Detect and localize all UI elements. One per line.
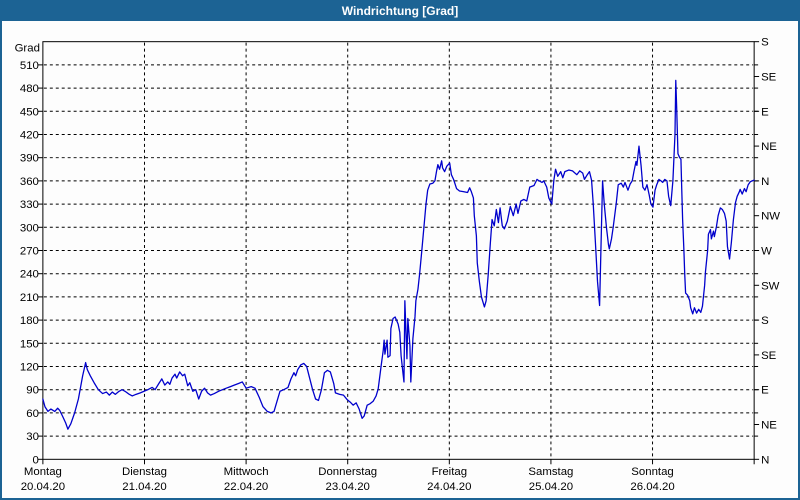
x-date-label: 24.04.20: [427, 481, 471, 493]
y-left-tick-label: 330: [20, 199, 39, 211]
x-day-label: Mittwoch: [224, 466, 269, 478]
axes: [37, 41, 760, 465]
x-day-label: Dienstag: [122, 466, 167, 478]
y-right-tick-label: SW: [761, 280, 780, 292]
y-right-tick-label: S: [761, 315, 769, 327]
y-right-tick-label: NE: [761, 419, 777, 431]
y-left-tick-label: 270: [20, 245, 39, 257]
window-title: Windrichtung [Grad]: [341, 4, 459, 18]
y-right-tick-label: W: [761, 245, 772, 257]
x-day-label: Sonntag: [631, 466, 673, 478]
y-left-tick-label: 240: [20, 269, 39, 281]
wind-direction-chart: 0 30 60 90 120 150 180 210 240 270 300 330 360 390 420…: [15, 37, 781, 493]
wind-chart-window: Windrichtung [Grad] 0 30 60 90 120 150 180 210 2…: [0, 0, 800, 500]
y-left-tick-label: 510: [20, 60, 39, 72]
x-day-label: Samstag: [528, 466, 573, 478]
y-left-tick-label: 210: [20, 292, 39, 304]
window-titlebar: Windrichtung [Grad]: [2, 2, 798, 21]
grid-lines: [43, 42, 754, 459]
y-right-tick-label: E: [761, 106, 769, 118]
y-left-tick-label: 90: [26, 385, 39, 397]
wind-direction-line: [42, 79, 755, 430]
y-left-axis-title: Grad: [15, 43, 40, 55]
y-right-tick-label: SE: [761, 350, 777, 362]
y-right-tick-label: N: [761, 176, 769, 188]
y-left-tick-label: 450: [20, 106, 39, 118]
x-date-label: 22.04.20: [224, 481, 268, 493]
y-left-tick-label: 30: [26, 431, 39, 443]
y-left-tick-label: 120: [20, 361, 39, 373]
x-date-label: 20.04.20: [21, 481, 65, 493]
y-left-tick-label: 390: [20, 153, 39, 165]
y-right-tick-label: N: [761, 454, 769, 466]
x-day-label: Freitag: [432, 466, 467, 478]
y-left-tick-label: 420: [20, 129, 39, 141]
x-date-label: 21.04.20: [122, 481, 166, 493]
x-date-label: 23.04.20: [326, 481, 370, 493]
x-date-label: 25.04.20: [529, 481, 573, 493]
x-day-label: Donnerstag: [318, 466, 377, 478]
y-right-tick-label: S: [761, 37, 769, 49]
y-left-tick-label: 300: [20, 222, 39, 234]
y-right-tick-label: E: [761, 385, 769, 397]
y-left-tick-label: 360: [20, 176, 39, 188]
y-left-tick-label: 180: [20, 315, 39, 327]
y-right-tick-label: SE: [761, 71, 777, 83]
axis-labels: 0 30 60 90 120 150 180 210 240 270 300 330 360 390 420…: [15, 37, 781, 493]
x-day-label: Montag: [24, 466, 62, 478]
y-left-tick-label: 150: [20, 338, 39, 350]
y-left-tick-label: 480: [20, 83, 39, 95]
y-right-tick-label: NW: [761, 211, 780, 223]
y-left-tick-label: 60: [26, 408, 39, 420]
y-left-tick-label: 0: [33, 454, 39, 466]
y-right-tick-label: NE: [761, 141, 777, 153]
data-series: [42, 79, 755, 430]
x-date-label: 26.04.20: [630, 481, 674, 493]
